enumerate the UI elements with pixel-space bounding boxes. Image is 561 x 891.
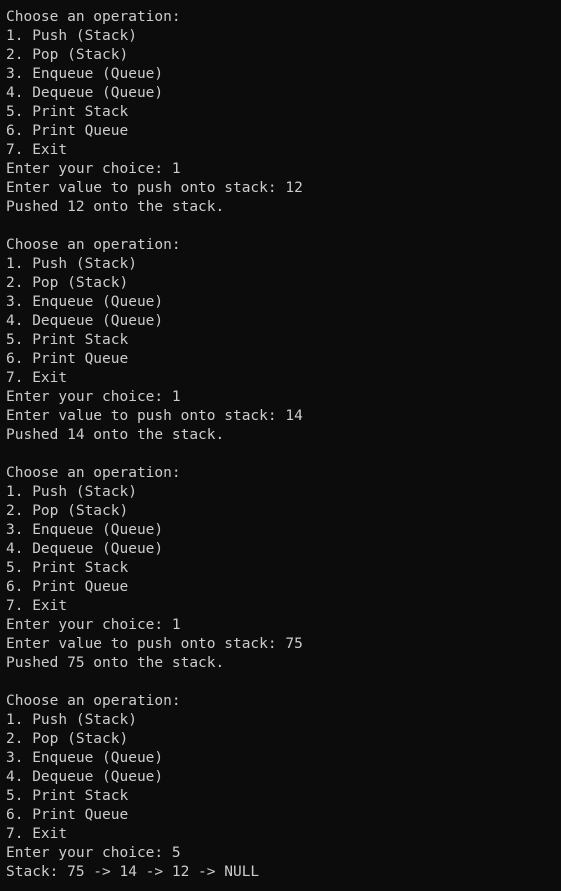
terminal-line: Choose an operation:: [6, 9, 181, 25]
terminal-line: Pushed 14 onto the stack.: [6, 427, 225, 443]
terminal-line: 3. Enqueue (Queue): [6, 66, 164, 82]
terminal-line: Enter your choice: 5: [6, 845, 181, 861]
terminal-line: 1. Push (Stack): [6, 484, 137, 500]
terminal-line: Enter value to push onto stack: 12: [6, 180, 303, 196]
terminal-line: Stack: 75 -> 14 -> 12 -> NULL: [6, 864, 260, 880]
terminal-line: 5. Print Stack: [6, 332, 129, 348]
terminal-line: 5. Print Stack: [6, 560, 129, 576]
terminal-line: Pushed 12 onto the stack.: [6, 199, 225, 215]
terminal-line: Enter your choice: 1: [6, 389, 181, 405]
terminal-line: 7. Exit: [6, 142, 68, 158]
terminal-line: 4. Dequeue (Queue): [6, 541, 164, 557]
terminal-line: Choose an operation:: [6, 237, 181, 253]
terminal-line: 1. Push (Stack): [6, 28, 137, 44]
terminal-line: 7. Exit: [6, 826, 68, 842]
terminal-window[interactable]: Choose an operation: 1. Push (Stack) 2. Po…: [0, 0, 561, 891]
terminal-line: 7. Exit: [6, 370, 68, 386]
terminal-line: Choose an operation:: [6, 465, 181, 481]
terminal-line: 3. Enqueue (Queue): [6, 750, 164, 766]
terminal-line: 4. Dequeue (Queue): [6, 313, 164, 329]
terminal-line: 1. Push (Stack): [6, 256, 137, 272]
terminal-line: 4. Dequeue (Queue): [6, 769, 164, 785]
terminal-line: 2. Pop (Stack): [6, 503, 129, 519]
terminal-line: 2. Pop (Stack): [6, 731, 129, 747]
terminal-line: 5. Print Stack: [6, 104, 129, 120]
terminal-line: 2. Pop (Stack): [6, 47, 129, 63]
terminal-line: Choose an operation:: [6, 693, 181, 709]
terminal-line: 3. Enqueue (Queue): [6, 294, 164, 310]
terminal-line: 3. Enqueue (Queue): [6, 522, 164, 538]
terminal-line: 6. Print Queue: [6, 351, 129, 367]
terminal-line: 4. Dequeue (Queue): [6, 85, 164, 101]
terminal-line: Enter value to push onto stack: 14: [6, 408, 303, 424]
terminal-line: Pushed 75 onto the stack.: [6, 655, 225, 671]
terminal-line: Enter your choice: 1: [6, 617, 181, 633]
terminal-line: 6. Print Queue: [6, 579, 129, 595]
terminal-line: 5. Print Stack: [6, 788, 129, 804]
terminal-line: 6. Print Queue: [6, 123, 129, 139]
terminal-line: 1. Push (Stack): [6, 712, 137, 728]
terminal-line: 7. Exit: [6, 598, 68, 614]
terminal-line: Enter value to push onto stack: 75: [6, 636, 303, 652]
terminal-line: Enter your choice: 1: [6, 161, 181, 177]
terminal-line: 2. Pop (Stack): [6, 275, 129, 291]
terminal-line: 6. Print Queue: [6, 807, 129, 823]
